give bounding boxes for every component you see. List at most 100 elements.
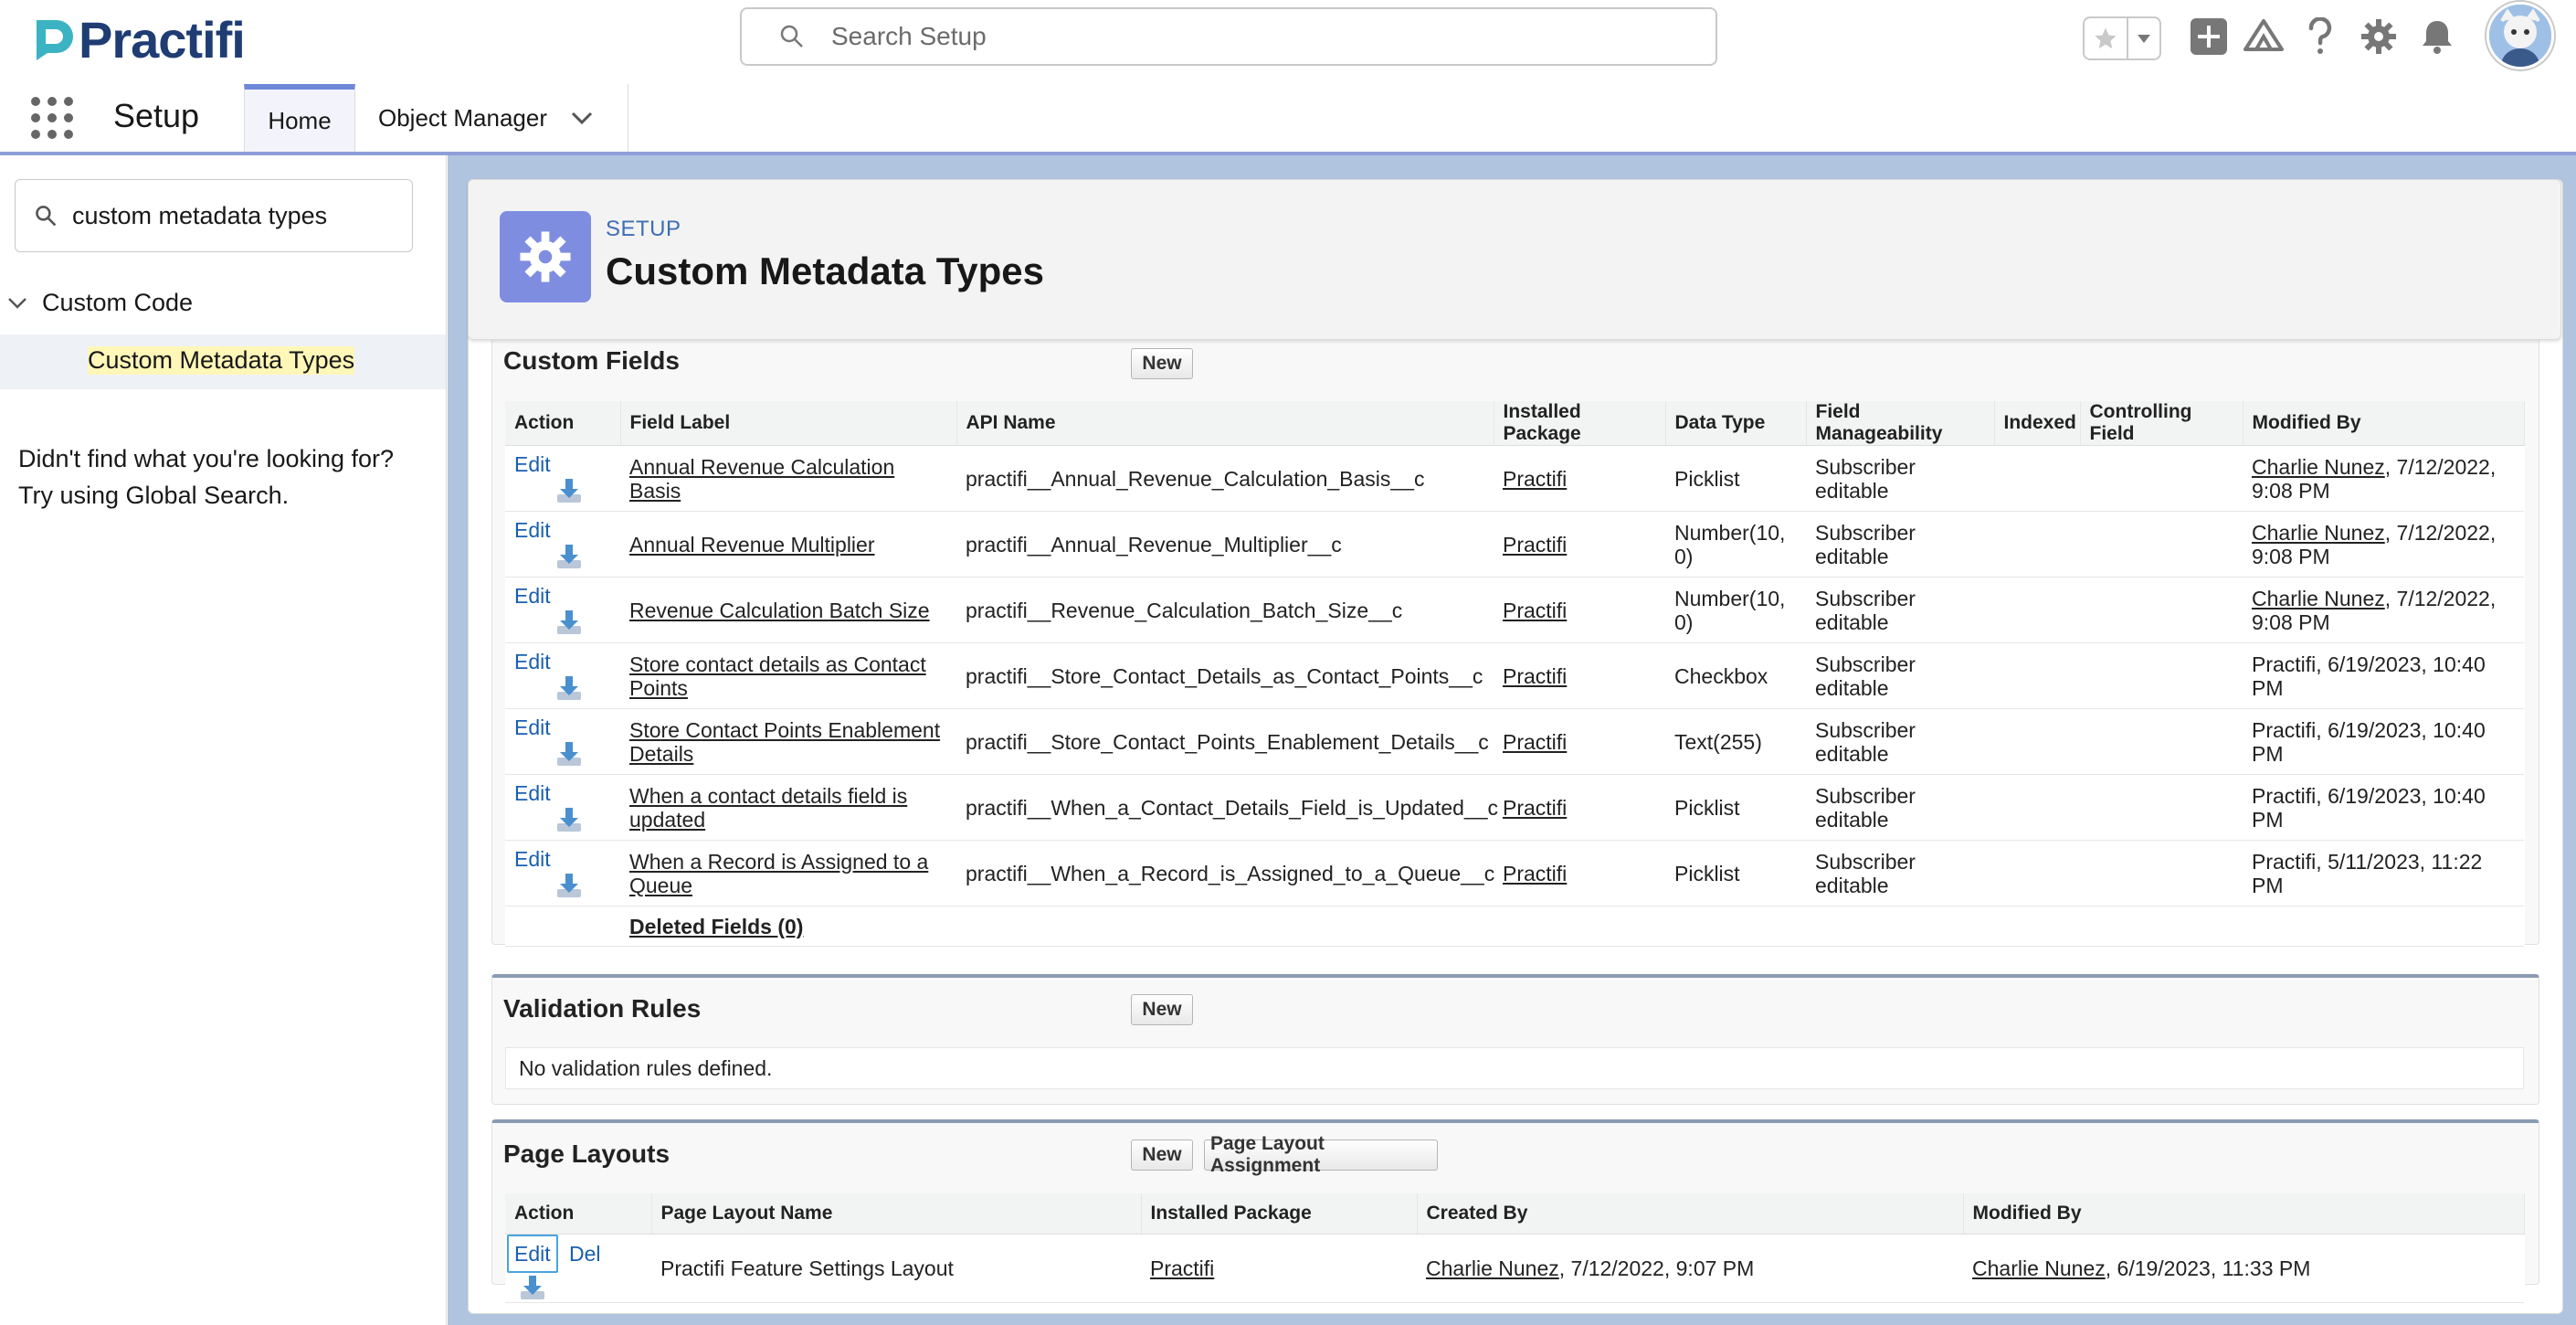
table-row: Edit Store contact details as Contact Po… (505, 642, 2524, 709)
field-label-link[interactable]: When a Record is Assigned to a Queue (629, 850, 928, 897)
package-link[interactable]: Practifi (1503, 533, 1567, 556)
column-header[interactable]: Page Layout Name (651, 1193, 1142, 1235)
modified-by-text: Practifi, 6/19/2023, 10:40 PM (2252, 783, 2486, 832)
column-header[interactable]: Modified By (2243, 401, 2525, 446)
edit-link[interactable]: Edit (514, 452, 551, 476)
edit-link[interactable]: Edit (507, 1235, 558, 1273)
validation-rules-empty-message: No validation rules defined. (505, 1047, 2524, 1089)
help-button[interactable] (2296, 13, 2344, 60)
tree-node-custom-code[interactable]: Custom Code (7, 289, 193, 317)
package-link[interactable]: Practifi (1503, 599, 1567, 622)
edit-link[interactable]: Edit (514, 781, 551, 805)
field-label-link[interactable]: Store contact details as Contact Points (629, 652, 926, 700)
user-link[interactable]: Charlie Nunez (2252, 455, 2385, 479)
tab-home-label: Home (268, 106, 332, 134)
star-icon (2095, 27, 2117, 49)
app-launcher-button[interactable] (29, 95, 75, 141)
edit-link[interactable]: Edit (514, 716, 551, 739)
tab-home[interactable]: Home (244, 84, 355, 152)
practifi-logo-icon (37, 20, 73, 60)
edit-link[interactable]: Edit (514, 584, 551, 608)
quick-find-input[interactable] (70, 200, 403, 231)
data-type: Text(255) (1665, 708, 1806, 775)
controlling-field-cell (2080, 774, 2243, 841)
data-type: Picklist (1665, 774, 1806, 841)
user-link[interactable]: Charlie Nunez (1972, 1256, 2106, 1280)
field-manageability: Subscriber editable (1806, 642, 1994, 709)
package-link[interactable]: Practifi (1150, 1256, 1214, 1280)
edit-link[interactable]: Edit (514, 847, 551, 871)
user-link[interactable]: Charlie Nunez (2252, 587, 2385, 610)
gear-icon (520, 231, 571, 282)
indexed-cell (1994, 840, 2080, 906)
column-header[interactable]: Installed Package (1494, 401, 1666, 446)
download-icon (521, 1276, 544, 1299)
setup-search-box[interactable] (740, 7, 1717, 66)
page-layout-assignment-button[interactable]: Page Layout Assignment (1204, 1133, 1438, 1176)
indexed-cell (1994, 708, 2080, 775)
column-header[interactable]: API Name (956, 401, 1494, 446)
chevron-down-icon[interactable] (571, 111, 593, 125)
favorites-button[interactable] (2085, 18, 2128, 58)
column-header[interactable]: Field Manageability (1806, 401, 1995, 446)
quick-find-box[interactable] (15, 179, 413, 252)
custom-fields-title: Custom Fields (503, 346, 680, 375)
column-header[interactable]: Created By (1417, 1193, 1964, 1235)
table-row: Deleted Fields (0) (505, 906, 2524, 947)
global-actions-button[interactable] (2185, 13, 2233, 60)
delete-link[interactable]: Del (569, 1242, 601, 1266)
modified-by-cell: Practifi, 6/19/2023, 10:40 PM (2243, 642, 2524, 709)
column-header[interactable]: Controlling Field (2080, 401, 2243, 446)
user-link[interactable]: Charlie Nunez (2252, 521, 2385, 545)
package-link[interactable]: Practifi (1503, 862, 1567, 885)
package-link[interactable]: Practifi (1503, 467, 1567, 491)
practifi-logo[interactable]: Practifi (31, 11, 246, 69)
field-manageability: Subscriber editable (1806, 577, 1994, 643)
deleted-fields-link[interactable]: Deleted Fields (0) (629, 915, 803, 938)
setup-search-input[interactable] (829, 21, 1655, 52)
bell-icon (2423, 21, 2452, 54)
tree-item-label: Custom Metadata Types (88, 346, 355, 375)
edit-link[interactable]: Edit (514, 650, 551, 673)
field-label-link[interactable]: When a contact details field is updated (629, 784, 907, 832)
package-link[interactable]: Practifi (1503, 796, 1567, 820)
package-link[interactable]: Practifi (1503, 730, 1567, 754)
tree-item-custom-metadata-types[interactable]: Custom Metadata Types (0, 334, 446, 389)
field-manageability: Subscriber editable (1806, 840, 1994, 906)
page-layouts-new-button[interactable]: New (1131, 1140, 1193, 1171)
column-header[interactable]: Indexed (1994, 401, 2081, 446)
settings-button[interactable] (2355, 13, 2402, 60)
table-row: Edit When a contact details field is upd… (505, 774, 2524, 841)
data-type: Number(10, 0) (1665, 511, 1806, 578)
field-label-link[interactable]: Store Contact Points Enablement Details (629, 718, 940, 766)
package-link[interactable]: Practifi (1503, 664, 1567, 688)
user-avatar[interactable] (2486, 2, 2554, 69)
edit-link[interactable]: Edit (514, 518, 551, 542)
user-link[interactable]: Charlie Nunez (1426, 1256, 1559, 1280)
trailhead-button[interactable] (2240, 13, 2287, 60)
notifications-button[interactable] (2413, 13, 2461, 60)
tab-object-manager[interactable]: Object Manager (356, 84, 628, 152)
field-label-link[interactable]: Revenue Calculation Batch Size (629, 599, 930, 622)
controlling-field-cell (2080, 642, 2243, 709)
api-name: practifi__When_a_Record_is_Assigned_to_a… (956, 840, 1494, 906)
column-header[interactable]: Modified By (1963, 1193, 2525, 1235)
api-name: practifi__When_a_Contact_Details_Field_i… (956, 774, 1498, 841)
field-label-link[interactable]: Annual Revenue Multiplier (629, 533, 875, 556)
controlling-field-cell (2080, 577, 2243, 643)
favorites-dropdown-button[interactable] (2128, 18, 2159, 58)
api-name: practifi__Store_Contact_Details_as_Conta… (956, 642, 1494, 709)
column-header: Action (505, 1193, 652, 1235)
column-header[interactable]: Installed Package (1141, 1193, 1418, 1235)
empty-cell (505, 906, 620, 947)
avatar-image (2489, 5, 2551, 67)
page-layout-name: Practifi Feature Settings Layout (651, 1234, 1141, 1303)
field-label-link[interactable]: Annual Revenue Calculation Basis (629, 455, 894, 503)
custom-fields-new-button[interactable]: New (1131, 348, 1193, 379)
column-header[interactable]: Data Type (1665, 401, 1807, 446)
column-header: Action (505, 401, 621, 446)
validation-rules-new-button[interactable]: New (1131, 994, 1193, 1025)
modified-date: , 6/19/2023, 11:33 PM (2105, 1256, 2311, 1280)
created-date: , 7/12/2022, 9:07 PM (1558, 1256, 1755, 1280)
column-header[interactable]: Field Label (620, 401, 957, 446)
